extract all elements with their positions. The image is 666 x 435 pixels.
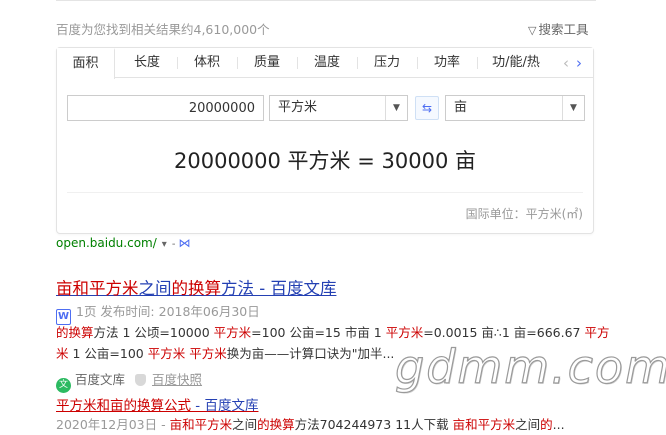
result2-snippet: 2020年12月03日 - 亩和平方米之间的换算方法704244973 11人下… [56,414,612,435]
result1-snippet: 的换算方法 1 公顷=10000 平方米=100 公亩=15 市亩 1 平方米=… [56,322,612,364]
value-input[interactable] [67,95,264,121]
snippet-part: 平方米 [213,325,252,340]
tab-length[interactable]: 长度 [117,48,177,78]
result1-site-row: 文百度文库 百度快照 [56,369,202,393]
snippet-part: 平方米 [385,325,424,340]
title-part: 之间 [138,279,172,298]
from-unit-select[interactable]: 平方米 ▼ [269,95,408,121]
tab-power[interactable]: 功率 [417,48,477,78]
converter-tabs: 面积 长度 体积 质量 温度 压力 功率 功/能/热 ‹ › [57,48,593,79]
tab-label: 长度 [133,55,160,70]
search-tools-label: 搜索工具 [538,22,589,37]
tab-label: 面积 [72,56,99,71]
unit-note: 国际单位：平方米(㎡) [465,207,583,221]
snapshot-link[interactable]: 百度快照 [152,372,202,387]
snippet-part: 亩和平方米 [452,417,516,432]
snippet-part: ... [552,417,565,432]
tab-area[interactable]: 面积 [57,48,115,79]
chevron-down-icon[interactable]: ▾ [162,239,167,250]
top-divider [56,0,596,1]
result1-meta-text: 1页 发布时间: 2018年06月30日 [76,304,260,319]
tab-temperature[interactable]: 温度 [297,48,357,78]
source-url[interactable]: open.baidu.com/ [56,236,157,250]
to-unit-select[interactable]: 亩 ▼ [445,95,585,121]
snippet-part: 之间 [232,417,258,432]
tab-label: 压力 [373,55,400,70]
snippet-part: 亩和平方米 [169,417,233,432]
tab-label: 质量 [253,55,280,70]
chevron-right-icon[interactable]: › [576,48,582,78]
funnel-icon: ▽ [528,24,537,37]
conversion-result: 20000000 平方米 = 30000 亩 [174,149,476,173]
tab-mass[interactable]: 质量 [237,48,297,78]
card-divider [67,192,583,193]
tab-volume[interactable]: 体积 [177,48,237,78]
result2-title-link[interactable]: 平方米和亩的换算公式 - 百度文库 [56,394,258,414]
snippet-part: =0.0015 亩∴1 亩=666.67 [423,325,585,340]
tab-work-energy-heat[interactable]: 功/能/热 [477,48,555,78]
chevron-left-icon[interactable]: ‹ [563,48,569,78]
snippet-part: 的换算 [56,325,94,340]
snippet-part: 方法 1 公顷=10000 [93,325,214,340]
snippet-part: 方法704244973 11人下载 [294,417,453,432]
dash-separator: - [171,239,176,250]
baidu-wenku-icon: 文 [56,378,71,393]
chevron-down-icon: ▼ [385,96,407,120]
result1-title-link[interactable]: 亩和平方米之间的换算方法 - 百度文库 [56,275,336,299]
snippet-part: 平方米 平方米 [147,346,227,361]
from-unit-value: 平方米 [278,100,318,115]
result2-date: 2020年12月03日 - [56,417,170,432]
snippet-part: =100 公亩=15 市亩 1 [251,325,386,340]
snippet-part: 之间 [515,417,541,432]
bow-icon[interactable]: ⋈ [178,236,190,250]
swap-units-button[interactable]: ⇆ [415,96,439,120]
to-unit-value: 亩 [454,100,468,115]
tab-pressure[interactable]: 压力 [357,48,417,78]
snippet-part: 换为亩——计算口诀为"加半... [226,346,395,361]
title-part: 平方米和亩的换算公式 [56,398,191,414]
tab-label: 体积 [193,55,220,70]
snippet-part: 1 公亩=100 [68,346,148,361]
source-line: open.baidu.com/ ▾ - ⋈ [56,236,190,250]
swap-icon: ⇆ [421,101,433,115]
title-part: 亩和平方米 [56,279,139,298]
unit-converter-card: 面积 长度 体积 质量 温度 压力 功率 功/能/热 ‹ › 平方米 ▼ ⇆ 亩… [56,47,594,234]
title-part: 方法 - 百度文库 [221,279,337,298]
search-tools-button[interactable]: ▽ 搜索工具 [528,19,588,38]
tab-label: 温度 [313,55,340,70]
shield-icon [135,374,147,386]
result-count: 百度为您找到相关结果约4,610,000个 [56,22,270,37]
site-name[interactable]: 百度文库 [75,372,125,387]
snippet-part: 的 [540,417,553,432]
snippet-part: 的换算 [257,417,295,432]
tab-label: 功/能/热 [492,55,540,70]
tab-label: 功率 [433,55,460,70]
title-part: 的换算 [171,279,222,298]
title-part: - 百度文库 [191,398,259,414]
chevron-down-icon: ▼ [562,96,584,120]
